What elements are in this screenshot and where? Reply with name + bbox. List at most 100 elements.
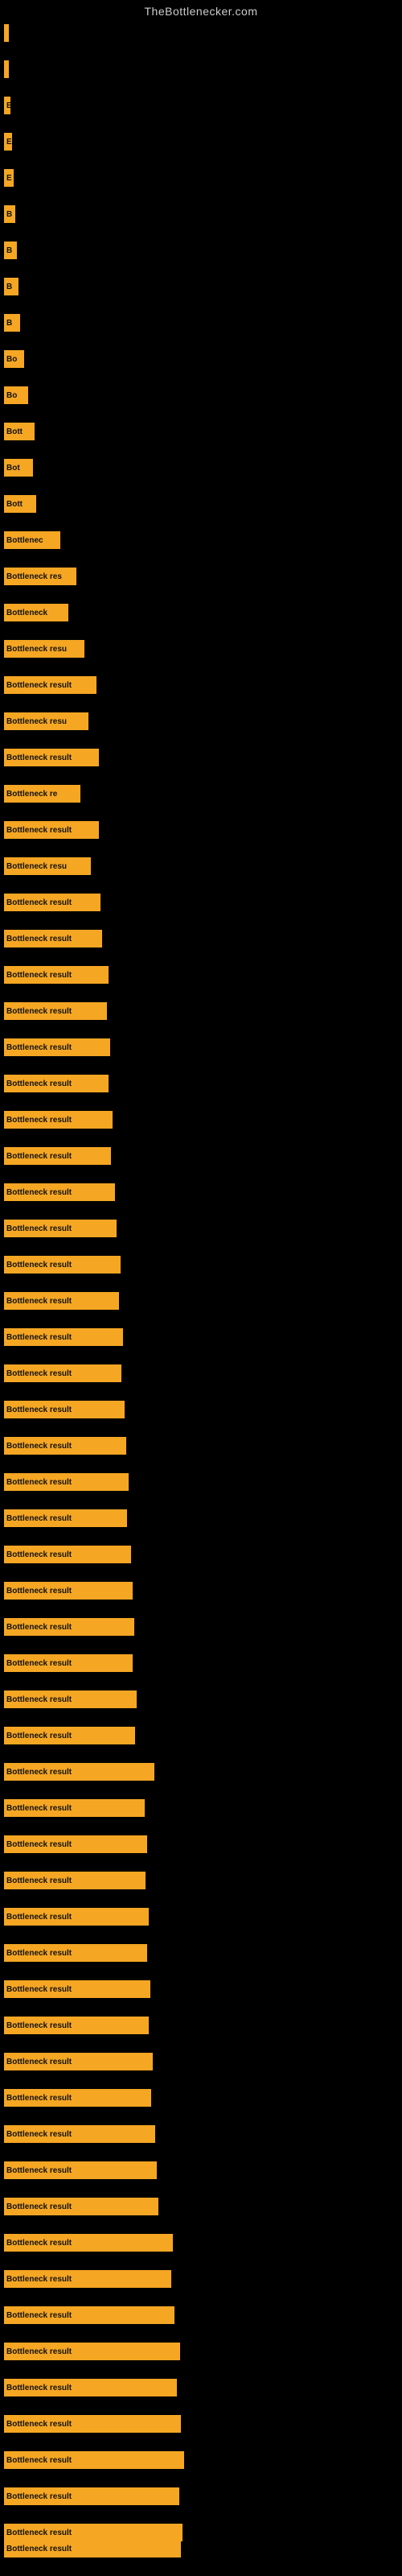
- bar-row: Bottleneck result: [4, 2125, 155, 2143]
- bar-label: Bottleneck result: [6, 1768, 72, 1777]
- bar: Bottleneck resu: [4, 712, 88, 730]
- bar: Bottleneck result: [4, 2306, 174, 2324]
- site-title: TheBottlenecker.com: [0, 0, 402, 21]
- bar-label: Bottleneck result: [6, 2021, 72, 2030]
- bar-label: Bottleneck result: [6, 1550, 72, 1559]
- bar-label: Bottleneck result: [6, 1007, 72, 1016]
- bar-label: Bottleneck result: [6, 2239, 72, 2248]
- bar-row: Bottleneck result: [4, 2089, 151, 2107]
- bar: Bottleneck result: [4, 1980, 150, 1998]
- bar-label: Bottleneck result: [6, 1478, 72, 1487]
- bar-row: Bottleneck result: [4, 1799, 145, 1817]
- bar: Bottleneck result: [4, 1473, 129, 1491]
- bar-row: Bottleneck result: [4, 676, 96, 694]
- bar: Bottleneck: [4, 604, 68, 621]
- bar-row: Bottleneck result: [4, 2415, 181, 2433]
- bar-row: Bottleneck result: [4, 1690, 137, 1708]
- bar: Bottleneck result: [4, 1437, 126, 1455]
- bar-row: B: [4, 278, 18, 295]
- bar-row: Bottleneck result: [4, 2270, 171, 2288]
- bar-label: Bot: [6, 464, 20, 473]
- bar-row: Bottleneck result: [4, 2161, 157, 2179]
- bar-row: Bottleneck: [4, 604, 68, 621]
- bar: Bottleneck result: [4, 2270, 171, 2288]
- bar: Bottleneck result: [4, 1727, 135, 1744]
- bar-row: Bottleneck result: [4, 1256, 121, 1274]
- bar-label: Bottleneck result: [6, 681, 72, 690]
- bar-row: [4, 60, 9, 78]
- bar-label: Bottleneck result: [6, 2275, 72, 2284]
- bar-label: B: [6, 210, 12, 219]
- bar: Bottleneck result: [4, 2343, 180, 2360]
- bar: Bottleneck result: [4, 1763, 154, 1781]
- bar-row: Bottleneck resu: [4, 640, 84, 658]
- bar: Bottleneck result: [4, 2161, 157, 2179]
- bar: Bo: [4, 386, 28, 404]
- bar: Bottleneck result: [4, 676, 96, 694]
- bar-row: Bottleneck result: [4, 1147, 111, 1165]
- bar-label: Bottleneck result: [6, 1152, 72, 1161]
- bar-row: Bo: [4, 386, 28, 404]
- bar-label: B: [6, 283, 12, 291]
- bar-row: Bottleneck result: [4, 1835, 147, 1853]
- bar: Bottleneck result: [4, 2017, 149, 2034]
- bar-label: Bottleneck result: [6, 826, 72, 835]
- bar-row: Bottleneck result: [4, 2343, 180, 2360]
- bar: Bottleneck result: [4, 1328, 123, 1346]
- bar: E: [4, 97, 10, 114]
- bar-label: Bottleneck result: [6, 971, 72, 980]
- bar: Bottleneck resu: [4, 857, 91, 875]
- bar-label: Bottleneck result: [6, 753, 72, 762]
- bar-label: Bottleneck re: [6, 790, 57, 799]
- bar: Bottleneck result: [4, 1835, 147, 1853]
- bar-row: Bottleneck result: [4, 821, 99, 839]
- bar-row: Bottleneck result: [4, 2198, 158, 2215]
- bar-row: Bottlenec: [4, 531, 60, 549]
- bar-row: Bottleneck result: [4, 1111, 113, 1129]
- bar-row: Bottleneck result: [4, 1328, 123, 1346]
- bar: B: [4, 314, 20, 332]
- bar-row: Bottleneck result: [4, 1546, 131, 1563]
- bar: Bottleneck result: [4, 821, 99, 839]
- bar-label: Bottleneck result: [6, 1695, 72, 1704]
- bar: Bottleneck result: [4, 2053, 153, 2070]
- bar-row: Bottleneck resu: [4, 857, 91, 875]
- bar-row: Bottleneck result: [4, 1002, 107, 1020]
- bar-row: Bottleneck result: [4, 2524, 183, 2541]
- bar: Bottleneck result: [4, 1147, 111, 1165]
- bar: Bottleneck result: [4, 1654, 133, 1672]
- bar: Bottleneck result: [4, 2451, 184, 2469]
- bar-label: Bottleneck result: [6, 2311, 72, 2320]
- bar-label: Bottleneck result: [6, 1804, 72, 1813]
- bar: Bottleneck result: [4, 1546, 131, 1563]
- bar-row: Bottleneck result: [4, 966, 109, 984]
- bar-row: B: [4, 314, 20, 332]
- bar-label: Bottleneck result: [6, 2058, 72, 2066]
- bar-row: Bottleneck result: [4, 749, 99, 766]
- bar-row: Bottleneck result: [4, 1038, 110, 1056]
- bar: Bottleneck res: [4, 568, 76, 585]
- bar-row: Bottleneck result: [4, 1220, 117, 1237]
- bar-row: Bottleneck result: [4, 1183, 115, 1201]
- bar-label: B: [6, 246, 12, 255]
- bar: Bottleneck result: [4, 1075, 109, 1092]
- bar: E: [4, 169, 14, 187]
- bar: Bottleneck resu: [4, 640, 84, 658]
- bar: Bottleneck result: [4, 2125, 155, 2143]
- bar: Bottleneck result: [4, 2540, 181, 2557]
- bar: Bottleneck result: [4, 1220, 117, 1237]
- bar-label: Bottleneck result: [6, 2529, 72, 2537]
- bar-row: Bottleneck result: [4, 2451, 184, 2469]
- bar-label: Bottleneck resu: [6, 645, 67, 654]
- bar-label: E: [6, 174, 12, 183]
- bar-label: Bottleneck result: [6, 2202, 72, 2211]
- bar-label: Bottleneck result: [6, 1116, 72, 1125]
- bar: Bottleneck result: [4, 1872, 146, 1889]
- bar: B: [4, 205, 15, 223]
- bar: Bottleneck result: [4, 1364, 121, 1382]
- bar-label: Bottleneck result: [6, 1369, 72, 1378]
- bar-label: Bottleneck result: [6, 1840, 72, 1849]
- bar-label: E: [6, 101, 10, 110]
- bar-row: Bottleneck result: [4, 1727, 135, 1744]
- bar: Bottleneck result: [4, 894, 100, 911]
